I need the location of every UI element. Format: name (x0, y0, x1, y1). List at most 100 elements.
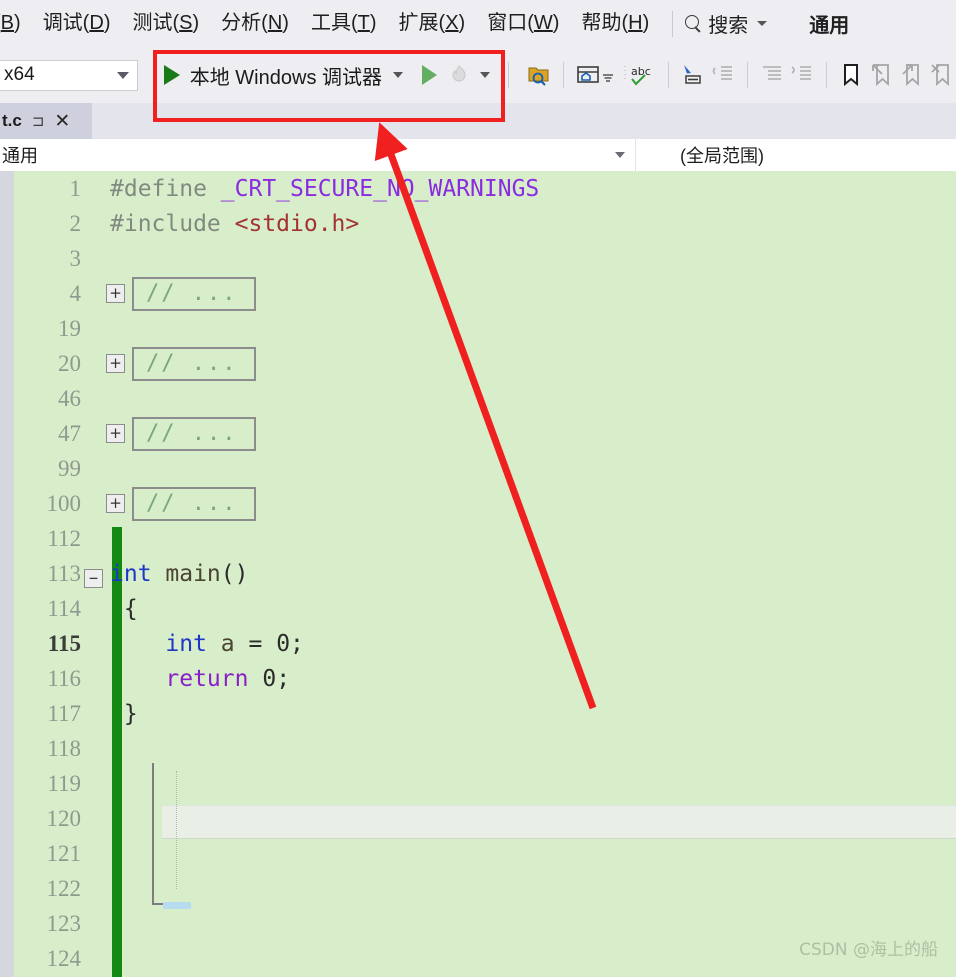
line-content[interactable]: } (90, 701, 138, 727)
line-content[interactable]: + // ... (90, 276, 256, 311)
code-line[interactable]: 1 #define _CRT_SECURE_NO_WARNINGS (14, 171, 956, 206)
line-content[interactable]: { (90, 596, 138, 622)
code-line[interactable]: 112 (14, 521, 956, 556)
bookmark-icon[interactable] (836, 60, 866, 90)
chevron-down-icon[interactable] (757, 21, 768, 26)
find-in-folder-icon[interactable] (524, 60, 554, 90)
code-line[interactable]: 116 return 0; (14, 661, 956, 696)
line-content[interactable]: + // ... (90, 486, 256, 521)
search-box[interactable]: 搜索 (685, 9, 768, 38)
collapsed-region-text[interactable]: // ... (132, 276, 256, 311)
code-line[interactable]: 3 (14, 241, 956, 276)
code-token: a (206, 630, 249, 657)
spell-check-abc-icon[interactable]: abc (621, 60, 659, 90)
menu-divider (672, 10, 674, 37)
collapsed-region-text[interactable]: // ... (132, 416, 256, 451)
toolbar-divider (747, 62, 748, 88)
chevron-down-icon[interactable] (116, 71, 129, 79)
toolbar-divider (668, 62, 669, 88)
code-line[interactable]: 4 + // ... (14, 276, 956, 311)
code-line[interactable]: 120 (14, 801, 956, 836)
chevron-down-icon[interactable] (601, 70, 615, 88)
line-content[interactable]: return 0; (90, 666, 290, 692)
toolbar-divider (826, 62, 827, 88)
local-windows-debugger-label: 本地 Windows 调试器 (189, 66, 382, 89)
menu-item-4[interactable]: 工具(T) (300, 0, 388, 47)
collapsed-region-text[interactable]: // ... (132, 486, 256, 521)
code-token: int (110, 560, 152, 587)
code-token: main (151, 560, 221, 587)
increase-indent-icon[interactable] (787, 60, 817, 90)
line-number: 19 (58, 315, 81, 341)
close-icon[interactable]: ✕ (54, 110, 70, 133)
expand-region-icon[interactable]: + (106, 494, 125, 513)
project-scope-value: 通用 (2, 145, 38, 166)
line-content[interactable]: + // ... (90, 416, 256, 451)
project-scope-combo[interactable]: 通用 (0, 138, 635, 171)
menu-item-2[interactable]: 测试(S) (121, 0, 210, 47)
line-number: 122 (46, 875, 82, 901)
expand-region-icon[interactable]: + (106, 354, 125, 373)
line-number: 4 (69, 280, 82, 306)
code-line[interactable]: 118 (14, 731, 956, 766)
clear-bookmarks-icon[interactable] (926, 60, 956, 90)
expand-region-icon[interactable]: + (106, 284, 125, 303)
menu-item-7[interactable]: 帮助(H) (570, 0, 660, 47)
code-line[interactable]: 121 (14, 836, 956, 871)
menu-item-1[interactable]: 调试(D) (32, 0, 122, 47)
previous-bookmark-icon[interactable] (866, 60, 896, 90)
start-debugging-button[interactable]: 本地 Windows 调试器 (162, 57, 384, 94)
code-line[interactable]: 117 } (14, 696, 956, 731)
tab-t-c[interactable]: t.c ⊐ ✕ (0, 103, 92, 139)
line-number: 119 (47, 770, 81, 796)
menu-items: (B)调试(D)测试(S)分析(N)工具(T)扩展(X)窗口(W)帮助(H) (0, 0, 660, 47)
line-content[interactable]: #include <stdio.h> (90, 211, 359, 237)
window-home-icon[interactable] (573, 60, 603, 90)
menu-item-3[interactable]: 分析(N) (210, 0, 300, 47)
code-lines[interactable]: 1 #define _CRT_SECURE_NO_WARNINGS 2 #includ… (14, 171, 956, 977)
play-outline-icon[interactable] (422, 65, 437, 85)
comment-selection-icon[interactable] (678, 60, 708, 90)
solution-platform-combo[interactable]: x64 (0, 59, 138, 91)
collapsed-region-text[interactable]: // ... (132, 346, 256, 381)
hot-reload-flame-icon[interactable] (447, 63, 471, 87)
line-content[interactable]: int a = 0; (90, 631, 304, 657)
code-editor[interactable]: 1 #define _CRT_SECURE_NO_WARNINGS 2 #includ… (0, 171, 956, 977)
decrease-indent-icon[interactable] (757, 60, 787, 90)
code-line[interactable]: 100 + // ... (14, 486, 956, 521)
code-token: } (110, 700, 138, 727)
next-bookmark-icon[interactable] (896, 60, 926, 90)
document-tab-strip: t.c ⊐ ✕ (0, 103, 956, 139)
code-line[interactable]: 122 (14, 871, 956, 906)
code-line[interactable]: 119 (14, 766, 956, 801)
chevron-down-icon[interactable] (480, 72, 490, 78)
code-line[interactable]: 20 + // ... (14, 346, 956, 381)
menu-item-5[interactable]: 扩展(X) (388, 0, 477, 47)
pin-icon[interactable]: ⊐ (32, 112, 45, 130)
expand-region-icon[interactable]: + (106, 424, 125, 443)
line-content[interactable]: − int main() (84, 560, 249, 588)
line-content[interactable]: + // ... (90, 346, 256, 381)
member-scope-combo[interactable]: (全局范围) (635, 138, 956, 171)
code-line[interactable]: 47 + // ... (14, 416, 956, 451)
line-number: 112 (47, 525, 81, 551)
line-content[interactable]: #define _CRT_SECURE_NO_WARNINGS (90, 176, 539, 202)
code-line[interactable]: 19 (14, 311, 956, 346)
code-line[interactable]: 2 #include <stdio.h> (14, 206, 956, 241)
menu-item-6[interactable]: 窗口(W) (476, 0, 570, 47)
code-line[interactable]: 113− int main() (14, 556, 956, 591)
code-line[interactable]: 46 (14, 381, 956, 416)
chevron-down-icon[interactable] (615, 151, 625, 158)
toolbar-divider (508, 62, 509, 88)
code-token: #define (110, 175, 221, 202)
menu-item-0[interactable]: (B) (0, 0, 32, 47)
code-line[interactable]: 99 (14, 451, 956, 486)
collapse-region-icon[interactable]: − (84, 568, 103, 588)
code-line[interactable]: 115 int a = 0; (14, 626, 956, 661)
chevron-down-icon[interactable] (393, 72, 403, 78)
line-number: 123 (46, 910, 82, 936)
uncomment-selection-icon[interactable] (708, 60, 738, 90)
code-line[interactable]: 114 { (14, 591, 956, 626)
